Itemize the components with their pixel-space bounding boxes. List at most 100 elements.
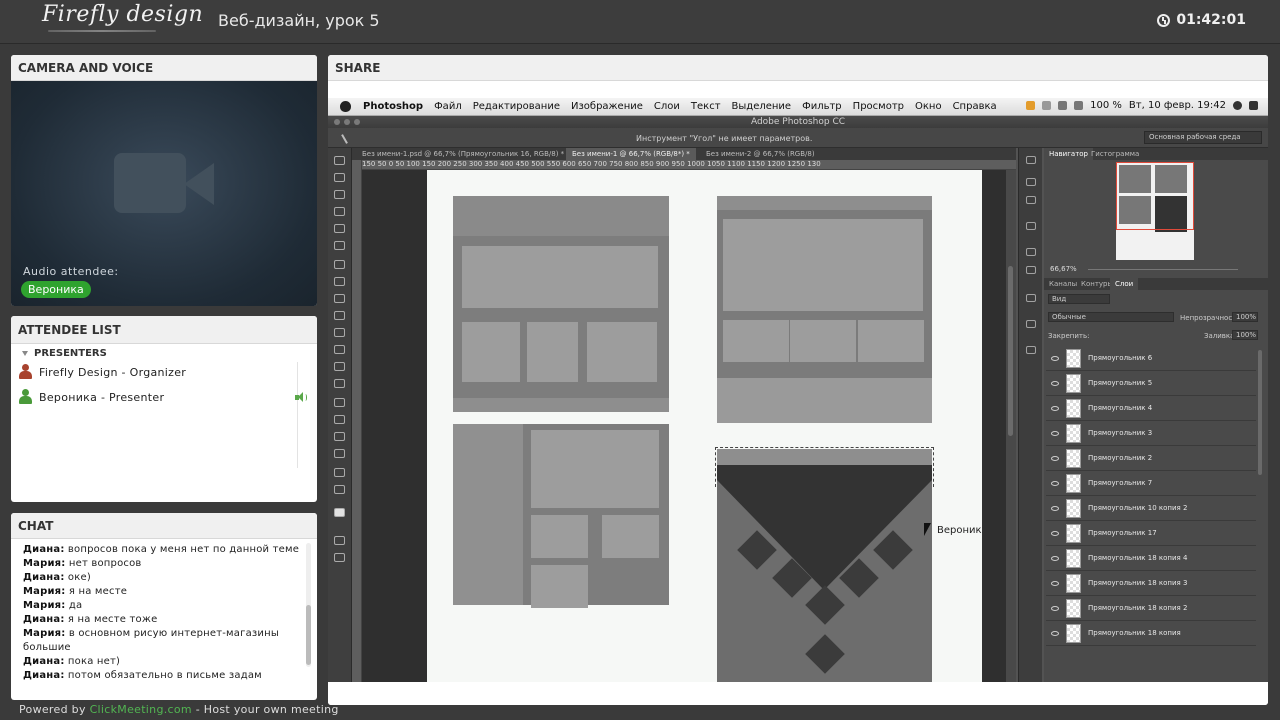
eye-icon[interactable] [1051, 530, 1059, 536]
eye-icon[interactable] [1051, 555, 1059, 561]
type-tool-icon[interactable] [334, 415, 345, 424]
doc-tab[interactable]: Без имени-1.psd @ 66,7% (Прямоугольник 1… [356, 148, 570, 160]
doc-tab[interactable]: Без имени-1 @ 66,7% (RGB/8*) * [566, 148, 696, 160]
move-tool-icon[interactable] [334, 156, 345, 165]
healing-brush-icon[interactable] [334, 260, 345, 269]
tray-icon[interactable] [1026, 101, 1036, 110]
brush-tool-icon[interactable] [334, 277, 345, 286]
pen-tool-icon[interactable] [334, 398, 345, 407]
layer-row[interactable]: Прямоугольник 2 [1046, 446, 1256, 471]
gradient-tool-icon[interactable] [334, 345, 345, 354]
speaker-icon[interactable] [295, 392, 307, 403]
eraser-icon[interactable] [334, 328, 345, 337]
history-brush-icon[interactable] [334, 311, 345, 320]
navigator-view-box[interactable] [1116, 162, 1194, 230]
volume-icon[interactable] [1074, 101, 1084, 110]
tab-layers[interactable]: Слои [1110, 278, 1139, 290]
layer-row[interactable]: Прямоугольник 10 копия 2 [1046, 496, 1256, 521]
character-icon[interactable] [1026, 248, 1036, 256]
layer-row[interactable]: Прямоугольник 4 [1046, 396, 1256, 421]
layer-comps-icon[interactable] [1026, 320, 1036, 328]
play-icon[interactable] [1026, 156, 1036, 164]
opacity-field[interactable]: 100% [1232, 312, 1258, 322]
menu-item[interactable]: Слои [654, 101, 680, 112]
blur-tool-icon[interactable] [334, 362, 345, 371]
adjustments-icon[interactable] [1026, 196, 1036, 204]
menu-item[interactable]: Фильтр [802, 101, 842, 112]
navigator-zoom[interactable]: 66,67% [1050, 265, 1077, 273]
wifi-icon[interactable] [1058, 101, 1068, 110]
layer-row[interactable]: Прямоугольник 18 копия 4 [1046, 546, 1256, 571]
attendee-row[interactable]: Вероника - Presenter [18, 386, 288, 408]
eye-icon[interactable] [1051, 355, 1059, 361]
layer-row[interactable]: Прямоугольник 18 копия 3 [1046, 571, 1256, 596]
navigator-zoom-slider[interactable] [1088, 269, 1238, 270]
workspace-select[interactable]: Основная рабочая среда [1144, 131, 1262, 144]
marquee-tool-icon[interactable] [334, 173, 345, 182]
tray-icon[interactable] [1042, 101, 1052, 110]
canvas-scrollbar-thumb[interactable] [1008, 266, 1013, 436]
brushes-icon[interactable] [1026, 178, 1036, 186]
zoom-tool-icon[interactable] [334, 485, 345, 494]
eye-icon[interactable] [1051, 580, 1059, 586]
shape-tool-icon[interactable] [334, 449, 345, 458]
layer-row[interactable]: Прямоугольник 5 [1046, 371, 1256, 396]
clickmeeting-link[interactable]: ClickMeeting.com [90, 703, 192, 716]
menu-item[interactable]: Файл [434, 101, 462, 112]
menu-item[interactable]: Просмотр [853, 101, 904, 112]
eye-icon[interactable] [1051, 430, 1059, 436]
paragraph-icon[interactable] [1026, 266, 1036, 274]
menubar-datetime[interactable]: Вт, 10 февр. 19:42 [1129, 100, 1226, 111]
magic-wand-icon[interactable] [334, 207, 345, 216]
minimize-window-icon[interactable] [344, 119, 350, 125]
layers-scrollbar[interactable] [1258, 350, 1262, 475]
lasso-tool-icon[interactable] [334, 190, 345, 199]
eye-icon[interactable] [1051, 380, 1059, 386]
layer-row[interactable]: Прямоугольник 6 [1046, 346, 1256, 371]
chat-scrollbar-thumb[interactable] [306, 605, 311, 665]
eye-icon[interactable] [1051, 505, 1059, 511]
hand-tool-icon[interactable] [334, 468, 345, 477]
fill-field[interactable]: 100% [1232, 330, 1258, 340]
properties-icon[interactable] [1026, 222, 1036, 230]
layer-kind-filter[interactable]: Вид [1048, 294, 1110, 304]
crop-tool-icon[interactable] [334, 224, 345, 233]
zoom-window-icon[interactable] [354, 119, 360, 125]
attendee-row[interactable]: Firefly Design - Organizer [18, 361, 288, 383]
blend-mode-select[interactable]: Обычные [1048, 312, 1174, 322]
eye-icon[interactable] [1051, 605, 1059, 611]
artboard[interactable]: Вероник [427, 170, 982, 682]
tools-icon[interactable] [1026, 294, 1036, 302]
layer-row[interactable]: Прямоугольник 18 копия [1046, 621, 1256, 646]
path-select-icon[interactable] [334, 432, 345, 441]
presenters-group[interactable]: PRESENTERS [22, 348, 107, 359]
menu-list-icon[interactable] [1249, 101, 1258, 110]
menu-item[interactable]: Выделение [732, 101, 792, 112]
close-window-icon[interactable] [334, 119, 340, 125]
menu-item[interactable]: Окно [915, 101, 942, 112]
stamp-tool-icon[interactable] [334, 294, 345, 303]
menu-item[interactable]: Изображение [571, 101, 643, 112]
screen-mode-icon[interactable] [334, 553, 345, 562]
quick-mask-icon[interactable] [334, 536, 345, 545]
menu-item[interactable]: Текст [691, 101, 721, 112]
menu-app-name[interactable]: Photoshop [363, 101, 423, 112]
color-swatch-icon[interactable] [334, 508, 345, 517]
eye-icon[interactable] [1051, 405, 1059, 411]
layer-row[interactable]: Прямоугольник 7 [1046, 471, 1256, 496]
menu-item[interactable]: Редактирование [473, 101, 560, 112]
layer-row[interactable]: Прямоугольник 3 [1046, 421, 1256, 446]
eye-icon[interactable] [1051, 455, 1059, 461]
doc-tab[interactable]: Без имени-2 @ 66,7% (RGB/8) [700, 148, 821, 160]
angle-tool-icon[interactable] [341, 130, 355, 144]
menu-item[interactable]: Справка [953, 101, 997, 112]
tab-histogram[interactable]: Гистограмма [1086, 148, 1144, 160]
layer-row[interactable]: Прямоугольник 17 [1046, 521, 1256, 546]
eye-icon[interactable] [1051, 630, 1059, 636]
layer-row[interactable]: Прямоугольник 18 копия 2 [1046, 596, 1256, 621]
history-icon[interactable] [1026, 346, 1036, 354]
eyedropper-icon[interactable] [334, 241, 345, 250]
audio-attendee-badge[interactable]: Вероника [21, 281, 91, 298]
dodge-tool-icon[interactable] [334, 379, 345, 388]
search-icon[interactable] [1233, 101, 1242, 110]
